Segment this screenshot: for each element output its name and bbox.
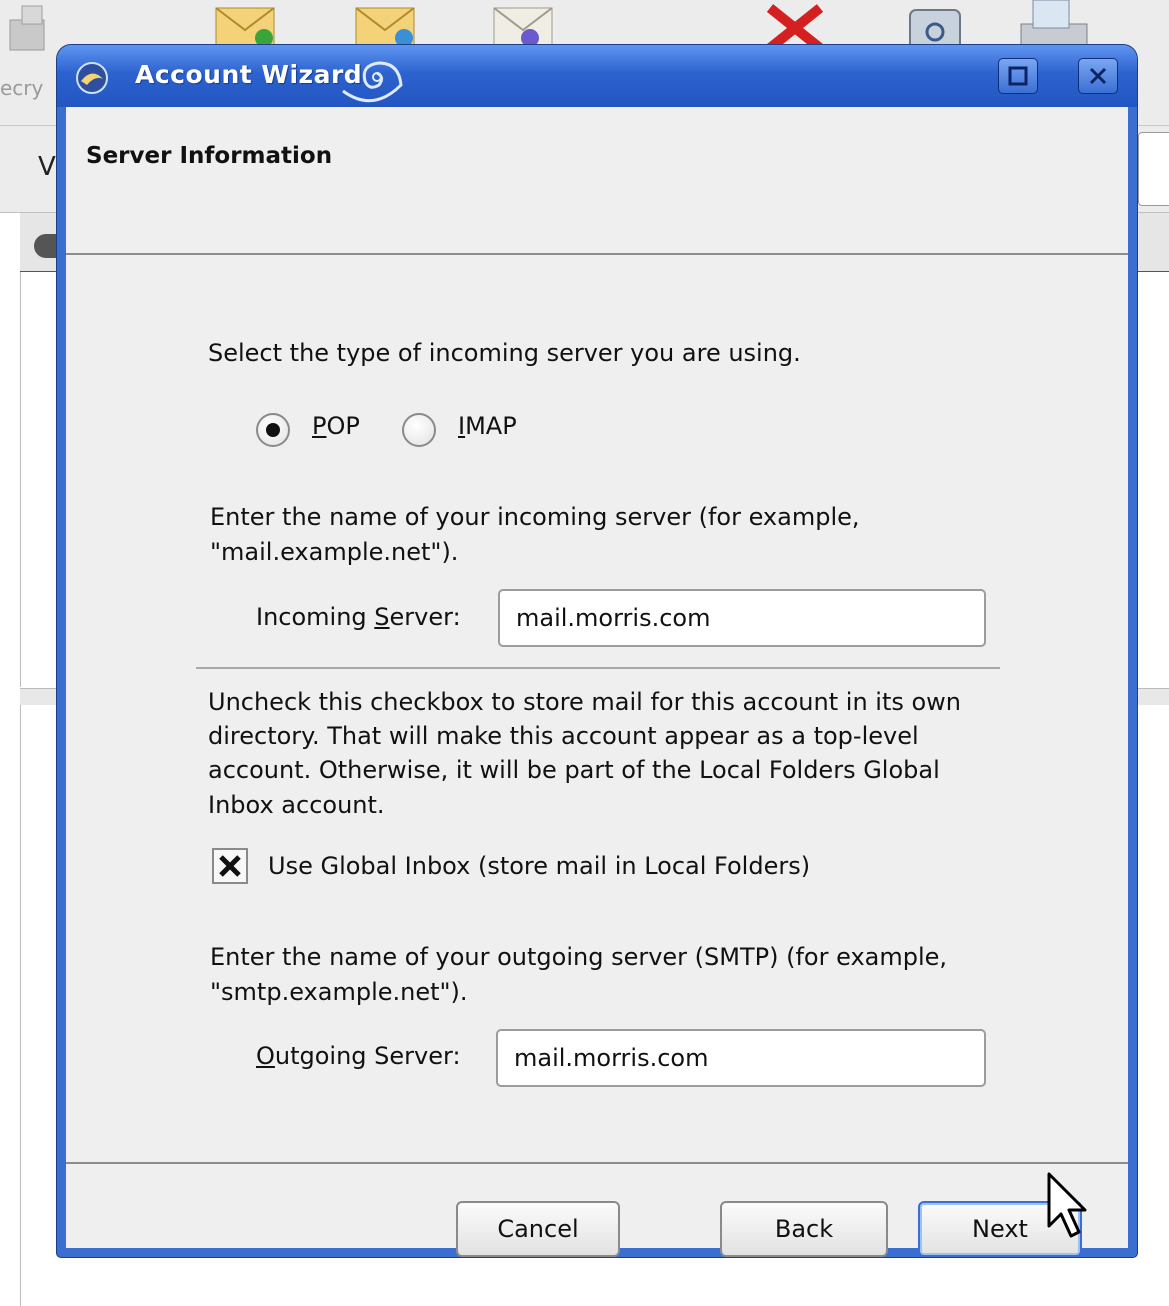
global-inbox-checkbox[interactable]: [212, 848, 248, 884]
global-inbox-desc-line2: directory. That will make this account a…: [208, 722, 919, 750]
imap-radio[interactable]: [402, 413, 436, 447]
mail-get-icon[interactable]: [212, 0, 282, 45]
account-wizard-dialog: Account Wizard Server Information Select…: [57, 45, 1137, 1257]
outgoing-server-label: Outgoing Server:: [256, 1042, 461, 1070]
radio-selected-dot: [266, 423, 280, 437]
print-icon[interactable]: [1015, 0, 1095, 50]
window-decoration-swirl-icon: [342, 61, 403, 103]
imap-radio-label[interactable]: IMAP: [458, 409, 517, 444]
dialog-title: Account Wizard: [135, 60, 363, 89]
thunderbird-icon: [76, 62, 108, 94]
mail-compose-icon[interactable]: [352, 0, 422, 45]
outgoing-prompt-line1: Enter the name of your outgoing server (…: [210, 943, 948, 971]
incoming-server-input[interactable]: mail.morris.com: [498, 589, 986, 647]
maximize-icon: [1008, 66, 1028, 86]
checkmark-x-icon: [219, 855, 241, 877]
global-inbox-desc-line4: Inbox account.: [208, 791, 385, 819]
global-inbox-desc-line1: Uncheck this checkbox to store mail for …: [208, 688, 962, 716]
dialog-titlebar[interactable]: Account Wizard: [57, 45, 1137, 107]
trash-icon[interactable]: [900, 0, 970, 45]
section-separator: [196, 667, 1000, 669]
incoming-prompt-line2: "mail.example.net").: [210, 538, 459, 566]
maximize-button[interactable]: [998, 58, 1038, 94]
close-icon: [1089, 67, 1107, 85]
decrypt-icon[interactable]: [0, 0, 56, 70]
page-title: Server Information: [86, 143, 333, 169]
background-search-box[interactable]: [1138, 132, 1169, 206]
close-button[interactable]: [1078, 58, 1118, 94]
global-inbox-label[interactable]: Use Global Inbox (store mail in Local Fo…: [268, 849, 810, 884]
background-toolbar-label: ecry: [0, 76, 44, 100]
outgoing-server-input[interactable]: mail.morris.com: [496, 1029, 986, 1087]
pop-radio-label[interactable]: POP: [312, 409, 360, 444]
server-type-prompt: Select the type of incoming server you a…: [208, 339, 801, 367]
incoming-server-label: Incoming Server:: [256, 603, 461, 631]
pop-radio[interactable]: [256, 413, 290, 447]
background-view-label: V: [38, 152, 56, 182]
mail-reply-icon[interactable]: [490, 0, 560, 45]
global-inbox-desc-line3: account. Otherwise, it will be part of t…: [208, 756, 940, 784]
dialog-client-area: Server Information Select the type of in…: [66, 107, 1128, 1257]
outgoing-prompt-line2: "smtp.example.net").: [210, 978, 468, 1006]
cancel-button[interactable]: Cancel: [456, 1201, 620, 1257]
delete-icon[interactable]: [760, 0, 830, 45]
incoming-prompt-line1: Enter the name of your incoming server (…: [210, 503, 860, 531]
wizard-page-header: Server Information: [66, 107, 1128, 255]
back-button[interactable]: Back: [720, 1201, 888, 1257]
mouse-pointer-icon: [1047, 1172, 1087, 1238]
footer-separator: [66, 1162, 1128, 1164]
